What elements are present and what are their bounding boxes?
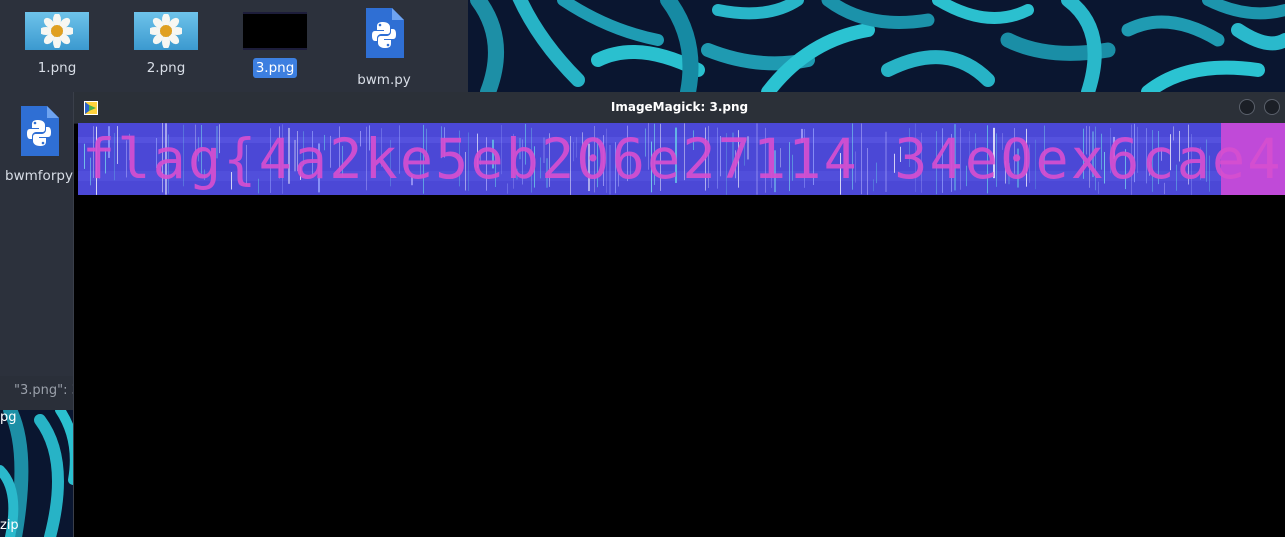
file-item-3-png[interactable]: 3.png — [230, 12, 320, 78]
desktop-file-label-partial[interactable]: zip — [0, 518, 19, 533]
file-item-2-png[interactable]: 2.png — [121, 12, 211, 78]
minimize-button[interactable] — [1239, 99, 1255, 115]
flag-text: flag{4a2ke5eb206e27114 34e0ex6cae40e50} — [82, 127, 1285, 191]
close-button[interactable] — [1264, 99, 1280, 115]
flower-image-thumbnail-icon — [25, 12, 89, 50]
file-label: bwm.py — [357, 72, 411, 88]
python-file-icon — [366, 8, 404, 58]
desktop-file-label-partial[interactable]: pg — [0, 410, 17, 425]
imagemagick-window: ImageMagick: 3.png flag{4a2ke5eb206e2711… — [74, 92, 1285, 537]
black-image-thumbnail-icon — [243, 12, 307, 50]
file-label: 2.png — [146, 60, 186, 76]
file-label-selected: 3.png — [252, 58, 298, 78]
file-item-bwm-py[interactable]: bwm.py — [339, 6, 429, 90]
flower-image-thumbnail-icon — [134, 12, 198, 50]
status-bar: "3.png": 3 — [0, 376, 76, 410]
desktop-wallpaper-left: pg zip — [0, 410, 73, 537]
desktop-wallpaper — [468, 0, 1285, 92]
python-file-icon — [21, 106, 59, 156]
file-label: bwmforpy — [5, 168, 73, 184]
window-title: ImageMagick: 3.png — [610, 100, 749, 114]
file-item-bwmforpy[interactable]: bwmforpy — [0, 104, 84, 186]
file-item-1-png[interactable]: 1.png — [12, 12, 102, 78]
window-titlebar[interactable]: ImageMagick: 3.png — [74, 92, 1285, 124]
image-canvas: flag{4a2ke5eb206e27114 34e0ex6cae40e50} — [78, 123, 1285, 195]
file-label: 1.png — [37, 60, 77, 76]
